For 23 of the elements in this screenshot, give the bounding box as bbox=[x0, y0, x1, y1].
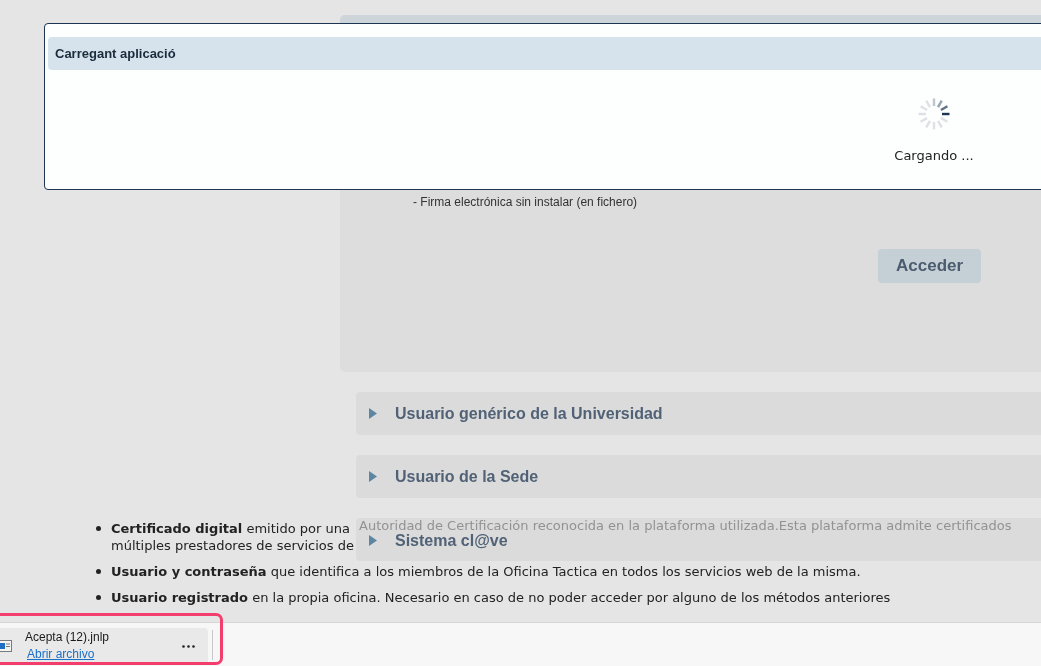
more-options-icon[interactable] bbox=[182, 644, 195, 648]
bullet-icon bbox=[96, 526, 101, 531]
accordion-header[interactable]: Usuario de la Sede bbox=[356, 455, 1041, 498]
dialog-title: Carregant aplicació bbox=[55, 44, 176, 63]
access-button[interactable]: Acceder bbox=[878, 249, 982, 283]
access-method-text: Usuario y contraseña que identifica a los miembros de la Oficina Tactica en todos los servicios web de la misma. bbox=[111, 563, 861, 580]
bullet-icon bbox=[96, 569, 101, 574]
accordion-header[interactable]: Autoridad de Certificación reconocida en la plataforma utilizada.Esta plataforma admite certificados Sistema cl@ve bbox=[356, 518, 1041, 561]
download-item[interactable]: Acepta (12).jnlp Abrir archivo bbox=[0, 628, 208, 664]
signature-option-text: - Firma electrónica sin instalar (en fichero) bbox=[413, 195, 638, 209]
file-icon bbox=[0, 640, 12, 652]
access-method-text: Usuario registrado en la propia oficina. Necesario en caso de no poder acceder por alguno de los métodos anteriores bbox=[111, 589, 891, 606]
file-name: Acepta (12).jnlp bbox=[25, 630, 110, 645]
access-method-text: Certificado digital emitido por una múltiples prestadores de servicios de bbox=[111, 520, 354, 554]
accordion-title: Usuario genérico de la Universidad bbox=[395, 405, 663, 422]
accordion-header[interactable]: Usuario genérico de la Universidad bbox=[356, 392, 1041, 435]
bullet-icon bbox=[96, 595, 101, 600]
faded-text: Autoridad de Certificación reconocida en la plataforma utilizada.Esta plataforma admite certificados bbox=[359, 520, 1012, 532]
loading-message: Cargando ... bbox=[894, 148, 974, 164]
accordion-title: Usuario de la Sede bbox=[395, 468, 539, 485]
accordion-title: Sistema cl@ve bbox=[395, 532, 508, 549]
open-file-link[interactable]: Abrir archivo bbox=[27, 647, 95, 662]
loading-spinner-icon bbox=[917, 97, 951, 131]
